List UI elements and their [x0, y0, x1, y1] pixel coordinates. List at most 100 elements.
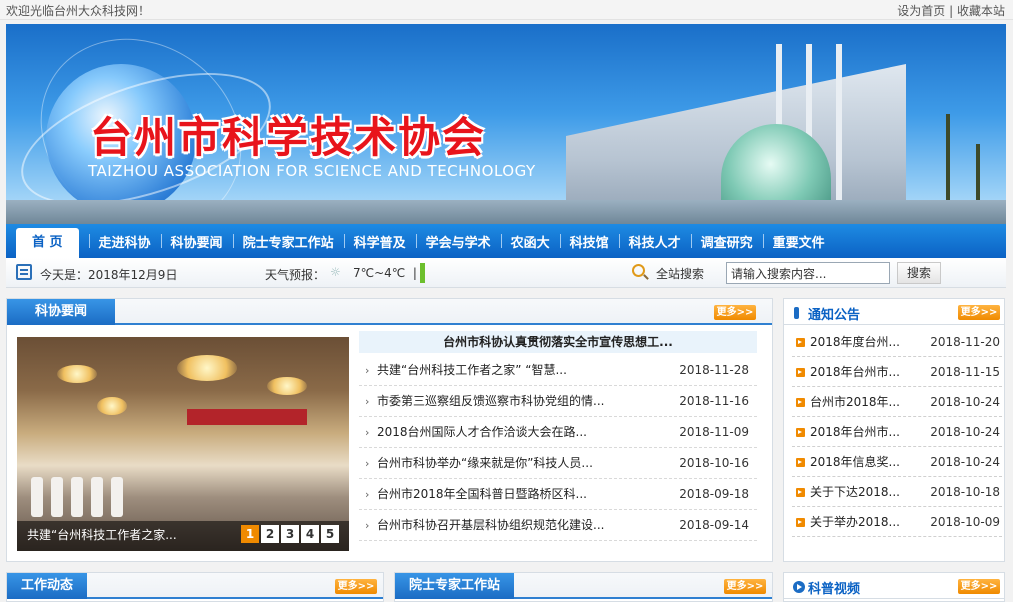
notice-item-date: 2018-11-20	[930, 335, 1000, 349]
news-item-title[interactable]: 市委第三巡察组反馈巡察市科协党组的情...	[377, 386, 604, 417]
list-item[interactable]: 2018年台州市... 2018-11-15	[792, 357, 1002, 387]
notice-item-title[interactable]: 2018年台州市...	[810, 417, 900, 447]
top-links: 设为首页 | 收藏本站	[897, 2, 1005, 19]
bullet-icon	[796, 368, 805, 377]
site-subtitle: TAIZHOU ASSOCIATION FOR SCIENCE AND TECH…	[88, 162, 536, 180]
nav-item-societies[interactable]: 学会与学术	[415, 232, 501, 251]
news-photo-slider[interactable]: 共建“台州科技工作者之家... 1 2 3 4 5	[17, 337, 349, 551]
site-title: 台州市科学技术协会	[90, 113, 487, 162]
list-item[interactable]: › 2018台州国际人才合作洽谈大会在路... 2018-11-09	[359, 417, 757, 448]
news-item-title[interactable]: 共建“台州科技工作者之家” “智慧...	[377, 355, 567, 386]
news-item-title[interactable]: 台州市科协举办“缘来就是你”科技人员...	[377, 448, 593, 479]
list-item[interactable]: 2018年度台州... 2018-11-20	[792, 327, 1002, 357]
science-video-header: 科普视频 更多>>	[784, 573, 1004, 599]
slider-pagination: 1 2 3 4 5	[241, 525, 339, 543]
info-bar: 今天是：2018年12月9日 天气预报： ☼ 7℃~4℃ | 全站搜索 搜索	[6, 258, 1006, 288]
notice-item-date: 2018-10-24	[930, 455, 1000, 469]
list-item[interactable]: › 台州市科协举办“缘来就是你”科技人员... 2018-10-16	[359, 448, 757, 479]
nav-item-museum[interactable]: 科技馆	[559, 232, 619, 251]
notice-more-button[interactable]: 更多>>	[958, 305, 1000, 320]
ground-graphic	[6, 200, 1006, 224]
bullet-icon	[796, 488, 805, 497]
nav-item-expert-station[interactable]: 院士专家工作站	[232, 232, 344, 251]
chair-graphic	[71, 477, 83, 517]
news-item-title[interactable]: 2018台州国际人才合作洽谈大会在路...	[377, 417, 587, 448]
news-item-title[interactable]: 台州市2018年全国科普日暨路桥区科...	[377, 479, 587, 510]
list-item[interactable]: 2018年台州市... 2018-10-24	[792, 417, 1002, 447]
bullet-icon	[796, 458, 805, 467]
notice-title[interactable]: 通知公告	[808, 304, 860, 323]
science-video-panel: 科普视频 更多>>	[783, 572, 1005, 602]
news-more-button[interactable]: 更多>>	[714, 305, 756, 320]
notice-item-title[interactable]: 台州市2018年...	[810, 387, 900, 417]
top-links-separator: |	[949, 4, 954, 18]
search-label: 全站搜索	[656, 267, 705, 281]
notice-panel-header: 通知公告 更多>>	[784, 299, 1004, 325]
arrow-icon: ›	[365, 395, 370, 408]
photo-caption[interactable]: 共建“台州科技工作者之家...	[27, 526, 177, 543]
slider-page-3[interactable]: 3	[281, 525, 299, 543]
expert-station-tab[interactable]: 院士专家工作站	[395, 573, 515, 599]
list-item[interactable]: › 台州市科协召开基层科协组织规范化建设... 2018-09-14	[359, 510, 757, 541]
nav-item-documents[interactable]: 重要文件	[762, 232, 835, 251]
slider-page-2[interactable]: 2	[261, 525, 279, 543]
bullet-icon	[796, 338, 805, 347]
chair-graphic	[51, 477, 63, 517]
work-news-more-button[interactable]: 更多>>	[335, 579, 377, 594]
arrow-icon: ›	[365, 457, 370, 470]
nav-item-research[interactable]: 调查研究	[690, 232, 763, 251]
notice-panel: 通知公告 更多>> 2018年度台州... 2018-11-20 2018年台州市…	[783, 298, 1005, 562]
bullet-icon	[796, 428, 805, 437]
nav-item-talent[interactable]: 科技人才	[618, 232, 691, 251]
bookmark-link[interactable]: 收藏本站	[957, 4, 1005, 18]
work-news-header: 工作动态 更多>>	[7, 573, 383, 599]
list-item[interactable]: 台州市2018年... 2018-10-24	[792, 387, 1002, 417]
nav-item-science-popularization[interactable]: 科学普及	[343, 232, 416, 251]
arrow-icon: ›	[365, 488, 370, 501]
list-item[interactable]: › 台州市2018年全国科普日暨路桥区科... 2018-09-18	[359, 479, 757, 510]
list-item[interactable]: › 市委第三巡察组反馈巡察市科协党组的情... 2018-11-16	[359, 386, 757, 417]
news-headline[interactable]: 台州市科协认真贯彻落实全市宣传思想工...	[359, 331, 757, 353]
news-item-date: 2018-10-16	[679, 456, 749, 470]
today-date: 今天是：2018年12月9日	[40, 268, 178, 282]
nav-item-home[interactable]: 首 页	[16, 228, 79, 258]
work-news-tab[interactable]: 工作动态	[7, 573, 88, 599]
slider-page-1[interactable]: 1	[241, 525, 259, 543]
set-home-link[interactable]: 设为首页	[897, 4, 945, 18]
news-tab[interactable]: 科协要闻	[7, 299, 116, 325]
list-item[interactable]: 关于举办2018... 2018-10-09	[792, 507, 1002, 537]
nav-item-news[interactable]: 科协要闻	[160, 232, 233, 251]
chandelier-graphic	[177, 355, 237, 381]
pin-icon	[794, 307, 799, 319]
notice-item-date: 2018-10-18	[930, 485, 1000, 499]
notice-item-title[interactable]: 关于下达2018...	[810, 477, 900, 507]
weather-indicator	[420, 263, 425, 283]
list-item[interactable]: › 共建“台州科技工作者之家” “智慧... 2018-11-28	[359, 355, 757, 386]
list-item[interactable]: 关于下达2018... 2018-10-18	[792, 477, 1002, 507]
science-video-title[interactable]: 科普视频	[808, 578, 860, 597]
slider-page-5[interactable]: 5	[321, 525, 339, 543]
welcome-text: 欢迎光临台州大众科技网！	[6, 4, 151, 18]
science-video-more-button[interactable]: 更多>>	[958, 579, 1000, 594]
nav-item-about[interactable]: 走进科协	[88, 232, 161, 251]
chair-graphic	[91, 477, 103, 517]
notice-item-title[interactable]: 2018年台州市...	[810, 357, 900, 387]
search-input[interactable]	[726, 262, 890, 284]
nav-item-agri-school[interactable]: 农函大	[500, 232, 560, 251]
top-bar: 欢迎光临台州大众科技网！ 设为首页 | 收藏本站	[0, 0, 1013, 20]
list-item[interactable]: 2018年信息奖... 2018-10-24	[792, 447, 1002, 477]
chair-graphic	[111, 477, 123, 517]
news-item-title[interactable]: 台州市科协召开基层科协组织规范化建设...	[377, 510, 604, 541]
notice-item-title[interactable]: 2018年度台州...	[810, 327, 900, 357]
search-button[interactable]: 搜索	[897, 262, 941, 284]
arrow-icon: ›	[365, 426, 370, 439]
notice-item-title[interactable]: 2018年信息奖...	[810, 447, 900, 477]
notice-item-title[interactable]: 关于举办2018...	[810, 507, 900, 537]
expert-station-more-button[interactable]: 更多>>	[724, 579, 766, 594]
arrow-icon: ›	[365, 364, 370, 377]
chandelier-graphic	[57, 365, 97, 383]
news-list: › 共建“台州科技工作者之家” “智慧... 2018-11-28 › 市委第三巡察组…	[359, 355, 757, 541]
temperature: 7℃~4℃ |	[353, 266, 417, 280]
slider-page-4[interactable]: 4	[301, 525, 319, 543]
work-news-panel: 工作动态 更多>>	[6, 572, 384, 602]
